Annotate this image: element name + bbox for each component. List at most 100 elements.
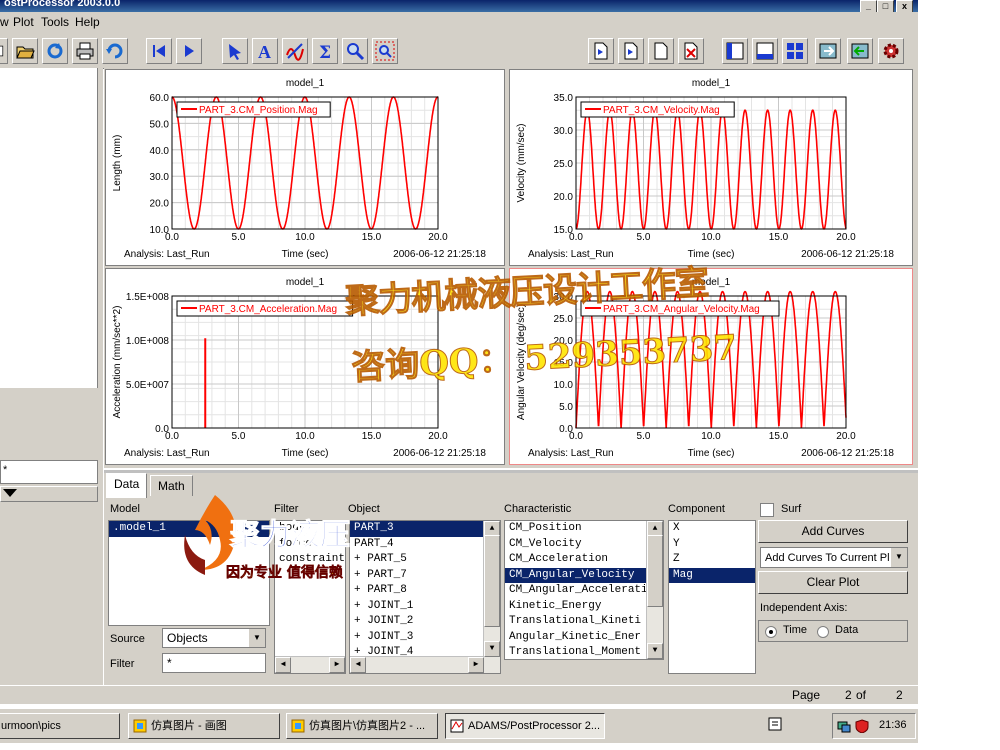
list-item[interactable]: CM_Acceleration <box>505 552 663 568</box>
menu-window[interactable]: w <box>0 15 9 29</box>
export-icon[interactable] <box>847 38 873 64</box>
pointer-icon[interactable] <box>222 38 248 64</box>
first-page-icon[interactable] <box>146 38 172 64</box>
list-item[interactable]: X <box>669 521 755 537</box>
surf-checkbox[interactable] <box>760 503 774 517</box>
new-page-icon[interactable] <box>588 38 614 64</box>
scroll-thumb[interactable] <box>484 535 500 627</box>
y-tick-label: 30.0 <box>150 172 170 183</box>
undo-icon[interactable] <box>102 38 128 64</box>
surf-label: Surf <box>781 503 802 515</box>
shield-icon[interactable] <box>855 719 869 733</box>
taskbar-item-adams[interactable]: ADAMS/PostProcessor 2... <box>445 713 605 739</box>
model-tree[interactable] <box>0 68 98 388</box>
language-icon[interactable] <box>768 717 782 731</box>
taskbar-item-paint1-label: 仿真图片 - 画图 <box>151 720 227 732</box>
y-tick-label: 15.0 <box>554 225 574 236</box>
zoom-fit-icon[interactable] <box>372 38 398 64</box>
list-item[interactable]: Translational_Kineti <box>505 614 663 630</box>
list-item[interactable]: Translational_Moment <box>505 645 663 659</box>
print-icon[interactable] <box>72 38 98 64</box>
plot-velocity[interactable]: model_1 0.0 5.0 10.0 15.0 20.0 15.0 20.0 25.0 30.… <box>509 69 913 266</box>
left-collapse-bar[interactable] <box>0 486 98 502</box>
left-filter-input[interactable]: * <box>0 460 98 484</box>
taskbar-item-paint1[interactable]: 仿真图片 - 画图 <box>128 713 280 739</box>
minimize-button[interactable]: _ <box>860 0 877 12</box>
list-item[interactable]: + JOINT_2 <box>350 614 500 630</box>
list-item[interactable]: Y <box>669 537 755 553</box>
source-select[interactable]: Objects ▼ <box>162 628 266 648</box>
zoom-icon[interactable] <box>342 38 368 64</box>
list-item[interactable]: Mag <box>669 567 755 583</box>
x-axis-label: Time (sec) <box>282 448 329 459</box>
network-icon[interactable] <box>837 719 851 733</box>
list-item[interactable]: Kinetic_Energy <box>505 599 663 615</box>
menu-plot[interactable]: Plot <box>13 15 34 29</box>
characteristic-list[interactable]: CM_Position CM_Velocity CM_Acceleration CM_… <box>504 520 664 660</box>
menu-help[interactable]: Help <box>75 15 100 29</box>
import-icon[interactable] <box>815 38 841 64</box>
x-tick-label: 5.0 <box>637 431 651 442</box>
scroll-left-icon[interactable]: ◀ <box>350 657 366 673</box>
source-label: Source <box>110 633 145 645</box>
x-tick-label: 5.0 <box>232 431 246 442</box>
list-item[interactable]: CM_Angular_Velocity <box>505 567 663 583</box>
add-curves-button[interactable]: Add Curves <box>758 520 908 543</box>
taskbar-item-paint2-label: 仿真图片\仿真图片2 - ... <box>309 720 426 732</box>
timestamp-label: 2006-06-12 21:25:18 <box>393 249 486 260</box>
scroll-thumb[interactable] <box>647 535 663 607</box>
scroll-right-icon[interactable]: ▶ <box>468 657 484 673</box>
list-item[interactable]: CM_Position <box>505 521 663 537</box>
curve-edit-icon[interactable] <box>282 38 308 64</box>
system-tray: 21:36 <box>832 713 916 739</box>
taskbar-item-folder[interactable]: urmoon\pics <box>0 713 120 739</box>
blank-page-icon[interactable] <box>648 38 674 64</box>
settings-gear-icon[interactable] <box>878 38 904 64</box>
list-item[interactable]: CM_Velocity <box>505 537 663 553</box>
menu-tools[interactable]: Tools <box>41 15 69 29</box>
list-item[interactable]: CM_Angular_Accelerati <box>505 583 663 599</box>
list-item[interactable]: + JOINT_3 <box>350 630 500 646</box>
horizontal-scrollbar[interactable]: ◀ ▶ <box>275 656 345 673</box>
maximize-button[interactable]: □ <box>877 0 894 12</box>
horizontal-scrollbar[interactable]: ◀ ▶ <box>350 656 484 673</box>
y-tick-label: 5.0E+007 <box>126 380 170 391</box>
delete-page-icon[interactable] <box>678 38 704 64</box>
scroll-left-icon[interactable]: ◀ <box>275 657 291 673</box>
reload-icon[interactable] <box>42 38 68 64</box>
y-tick-label: 30.0 <box>554 126 574 137</box>
layout-two-icon[interactable] <box>752 38 778 64</box>
sigma-stats-icon[interactable]: Σ <box>312 38 338 64</box>
scroll-down-icon[interactable]: ▼ <box>647 643 663 659</box>
copy-page-icon[interactable] <box>618 38 644 64</box>
timestamp-label: 2006-06-12 21:25:18 <box>801 448 894 459</box>
close-button[interactable]: x <box>896 0 913 12</box>
page-icon[interactable] <box>0 38 8 64</box>
layout-one-icon[interactable] <box>722 38 748 64</box>
time-radio[interactable] <box>765 626 777 638</box>
vertical-scrollbar[interactable]: ▲ ▼ <box>646 521 663 659</box>
y-tick-label: 1.0E+008 <box>126 336 170 347</box>
layout-four-icon[interactable] <box>782 38 808 64</box>
plot-position[interactable]: model_1 0.0 5.0 10.0 15.0 20.0 10.0 20.0 30.0 40.… <box>105 69 505 266</box>
open-folder-icon[interactable] <box>12 38 38 64</box>
analysis-label: Analysis: Last_Run <box>528 249 614 260</box>
legend-label: PART_3.CM_Position.Mag <box>199 105 318 116</box>
vertical-scrollbar[interactable]: ▲ ▼ <box>483 521 500 673</box>
list-item[interactable]: Angular_Kinetic_Ener <box>505 630 663 646</box>
component-list[interactable]: X Y Z Mag <box>668 520 756 674</box>
filter-input[interactable]: * <box>162 653 266 673</box>
data-radio[interactable] <box>817 626 829 638</box>
adams-icon <box>450 719 464 733</box>
list-item[interactable]: + JOINT_1 <box>350 599 500 615</box>
add-mode-select[interactable]: Add Curves To Current Plo ▼ <box>760 547 908 568</box>
scroll-down-icon[interactable]: ▼ <box>484 641 500 657</box>
clear-plot-button[interactable]: Clear Plot <box>758 571 908 594</box>
text-annotate-icon[interactable]: A <box>252 38 278 64</box>
x-tick-label: 15.0 <box>362 431 382 442</box>
tab-data[interactable]: Data <box>106 473 148 498</box>
list-item[interactable]: Z <box>669 552 755 568</box>
scroll-right-icon[interactable]: ▶ <box>329 657 345 673</box>
next-page-icon[interactable] <box>176 38 202 64</box>
taskbar-item-paint2[interactable]: 仿真图片\仿真图片2 - ... <box>286 713 438 739</box>
